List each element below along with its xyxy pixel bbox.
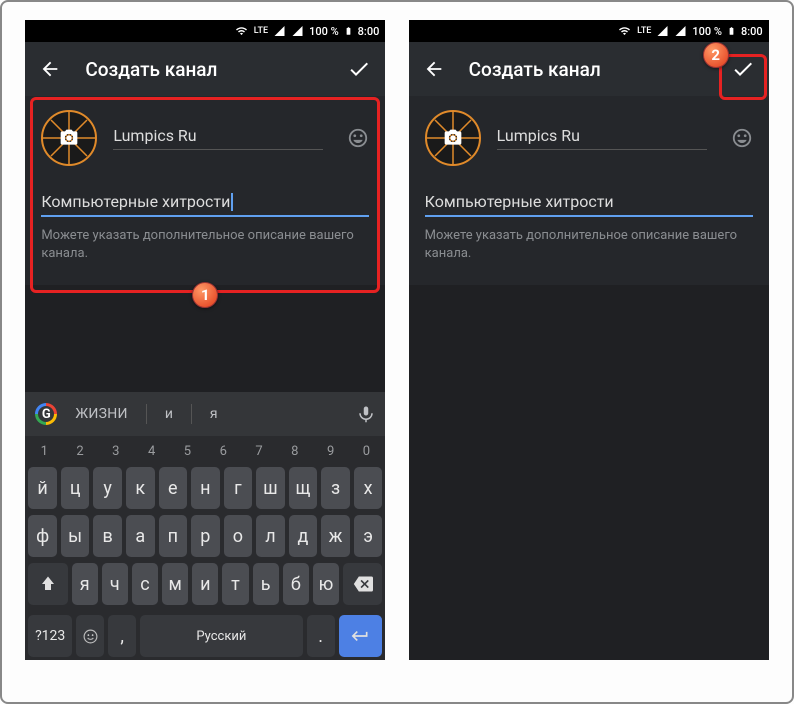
channel-avatar[interactable] (425, 110, 481, 166)
key-1[interactable]: 1 (28, 441, 60, 461)
mic-icon[interactable] (357, 405, 375, 423)
suggestion-bar: G жизни и я (25, 392, 385, 436)
key-й[interactable]: й (28, 467, 57, 509)
page-title: Создать канал (469, 58, 707, 81)
soft-keyboard: G жизни и я 1234567890 йцукенгшщзх фывап… (25, 392, 385, 660)
page-title: Создать канал (85, 58, 323, 81)
channel-desc-input[interactable]: Компьютерные хитрости (41, 192, 369, 217)
key-ь[interactable]: ь (253, 563, 279, 605)
back-icon[interactable] (423, 58, 445, 80)
enter-key[interactable] (339, 615, 383, 657)
key-и[interactable]: и (192, 563, 218, 605)
key-б[interactable]: б (283, 563, 309, 605)
key-х[interactable]: х (354, 467, 383, 509)
time-text: 8:00 (741, 25, 763, 38)
key-э[interactable]: э (354, 515, 383, 557)
wifi-icon (234, 25, 249, 37)
emoji-key[interactable] (76, 615, 104, 657)
key-3[interactable]: 3 (100, 441, 132, 461)
battery-text: 100 % (309, 25, 339, 38)
key-9[interactable]: 9 (315, 441, 347, 461)
key-г[interactable]: г (224, 467, 253, 509)
suggestion-2[interactable]: и (165, 406, 173, 422)
status-bar: LTE 100 % 8:00 (409, 20, 769, 42)
key-д[interactable]: д (289, 515, 318, 557)
camera-icon (443, 128, 463, 148)
key-ш[interactable]: ш (256, 467, 285, 509)
emoji-icon[interactable] (347, 127, 369, 149)
back-icon[interactable] (39, 58, 61, 80)
shift-key[interactable] (28, 563, 67, 605)
battery-icon (344, 24, 353, 38)
desc-helper-text: Можете указать дополнительное описание в… (425, 227, 753, 263)
key-т[interactable]: т (222, 563, 248, 605)
app-bar: Создать канал (25, 42, 385, 96)
key-л[interactable]: л (256, 515, 285, 557)
signal-icon (674, 25, 687, 37)
mobile-signal-icon (273, 25, 286, 37)
signal-icon (291, 25, 304, 37)
key-у[interactable]: у (93, 467, 122, 509)
battery-text: 100 % (692, 25, 722, 38)
comma-key[interactable]: , (108, 615, 136, 657)
key-н[interactable]: н (191, 467, 220, 509)
period-key[interactable]: . (307, 615, 335, 657)
symbols-key[interactable]: ?123 (28, 615, 72, 657)
key-8[interactable]: 8 (279, 441, 311, 461)
lte-label: LTE (254, 27, 268, 36)
create-channel-form: Lumpics Ru Компьютерные хитрости Можете … (25, 96, 385, 285)
key-п[interactable]: п (159, 515, 188, 557)
desc-helper-text: Можете указать дополнительное описание в… (41, 227, 369, 263)
key-2[interactable]: 2 (64, 441, 96, 461)
google-icon[interactable]: G (35, 403, 57, 425)
phone-right: LTE 100 % 8:00 Создать канал Lumpics Ru (409, 20, 769, 660)
step-badge-1: 1 (192, 282, 218, 308)
key-р[interactable]: р (191, 515, 220, 557)
key-0[interactable]: 0 (351, 441, 383, 461)
status-bar: LTE 100 % 8:00 (25, 20, 385, 42)
key-ю[interactable]: ю (313, 563, 339, 605)
key-к[interactable]: к (126, 467, 155, 509)
suggestion-1[interactable]: жизни (75, 406, 127, 422)
emoji-icon[interactable] (731, 127, 753, 149)
suggestion-3[interactable]: я (210, 406, 218, 422)
camera-icon (59, 128, 79, 148)
mobile-signal-icon (656, 25, 669, 37)
key-ф[interactable]: ф (28, 515, 57, 557)
key-ж[interactable]: ж (321, 515, 350, 557)
create-channel-form: Lumpics Ru Компьютерные хитрости Можете … (409, 96, 769, 285)
space-key[interactable]: Русский (140, 615, 302, 657)
battery-icon (727, 24, 736, 38)
key-4[interactable]: 4 (136, 441, 168, 461)
key-с[interactable]: с (132, 563, 158, 605)
step-badge-2: 2 (703, 42, 729, 68)
key-в[interactable]: в (93, 515, 122, 557)
key-ч[interactable]: ч (102, 563, 128, 605)
confirm-icon[interactable] (347, 57, 371, 81)
key-з[interactable]: з (321, 467, 350, 509)
wifi-icon (617, 25, 632, 37)
time-text: 8:00 (358, 25, 380, 38)
channel-avatar[interactable] (41, 110, 97, 166)
channel-name-input[interactable]: Lumpics Ru (497, 126, 707, 150)
key-ы[interactable]: ы (61, 515, 90, 557)
key-ц[interactable]: ц (61, 467, 90, 509)
channel-desc-input[interactable]: Компьютерные хитрости (425, 192, 753, 217)
key-я[interactable]: я (72, 563, 98, 605)
channel-name-input[interactable]: Lumpics Ru (113, 126, 323, 150)
key-6[interactable]: 6 (207, 441, 239, 461)
phone-left: LTE 100 % 8:00 Создать канал Lumpics Ru (25, 20, 385, 660)
backspace-key[interactable] (343, 563, 382, 605)
key-а[interactable]: а (126, 515, 155, 557)
key-м[interactable]: м (162, 563, 188, 605)
key-о[interactable]: о (224, 515, 253, 557)
text-cursor (231, 193, 233, 211)
key-5[interactable]: 5 (172, 441, 204, 461)
confirm-icon[interactable] (731, 57, 755, 81)
key-7[interactable]: 7 (243, 441, 275, 461)
key-щ[interactable]: щ (289, 467, 318, 509)
key-е[interactable]: е (159, 467, 188, 509)
lte-label: LTE (637, 27, 651, 36)
